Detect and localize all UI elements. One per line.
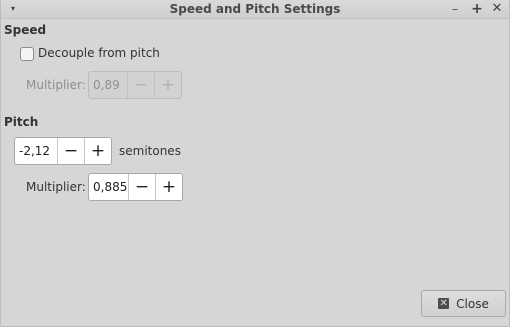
close-button[interactable]: ✕ Close — [421, 290, 506, 317]
close-button-label: Close — [456, 296, 489, 311]
decouple-label[interactable]: Decouple from pitch — [38, 46, 160, 60]
speed-plus-button: + — [154, 72, 181, 98]
pitch-multiplier-spinbutton[interactable]: 0,885 − + — [88, 173, 183, 201]
semitones-minus-button[interactable]: − — [57, 138, 84, 164]
window-title: Speed and Pitch Settings — [169, 2, 341, 16]
pitch-plus-button[interactable]: + — [155, 174, 182, 200]
pitch-section-title: Pitch — [4, 115, 39, 129]
close-icon: ✕ — [438, 298, 450, 309]
pitch-minus-button[interactable]: − — [128, 174, 155, 200]
speed-multiplier-spinbutton: 0,89 − + — [88, 71, 182, 99]
speed-multiplier-value: 0,89 — [93, 78, 120, 92]
speed-multiplier-label: Multiplier: — [26, 78, 86, 92]
close-window-icon[interactable]: ✕ — [489, 0, 505, 18]
semitones-value[interactable]: -2,12 — [15, 138, 57, 164]
speed-section-title: Speed — [4, 23, 47, 37]
speed-minus-button: − — [127, 72, 154, 98]
maximize-icon[interactable]: + — [469, 0, 485, 18]
semitones-plus-button[interactable]: + — [84, 138, 111, 164]
pitch-multiplier-value[interactable]: 0,885 — [89, 174, 128, 200]
decouple-checkbox[interactable] — [20, 47, 34, 61]
dialog-window: ▾ Speed and Pitch Settings – + ✕ Speed D… — [0, 0, 510, 327]
title-bar: ▾ Speed and Pitch Settings – + ✕ — [1, 0, 509, 19]
semitones-spinbutton[interactable]: -2,12 − + — [14, 137, 112, 165]
pitch-multiplier-label: Multiplier: — [26, 180, 86, 194]
semitones-label: semitones — [119, 144, 181, 158]
minimize-icon[interactable]: – — [447, 0, 463, 18]
